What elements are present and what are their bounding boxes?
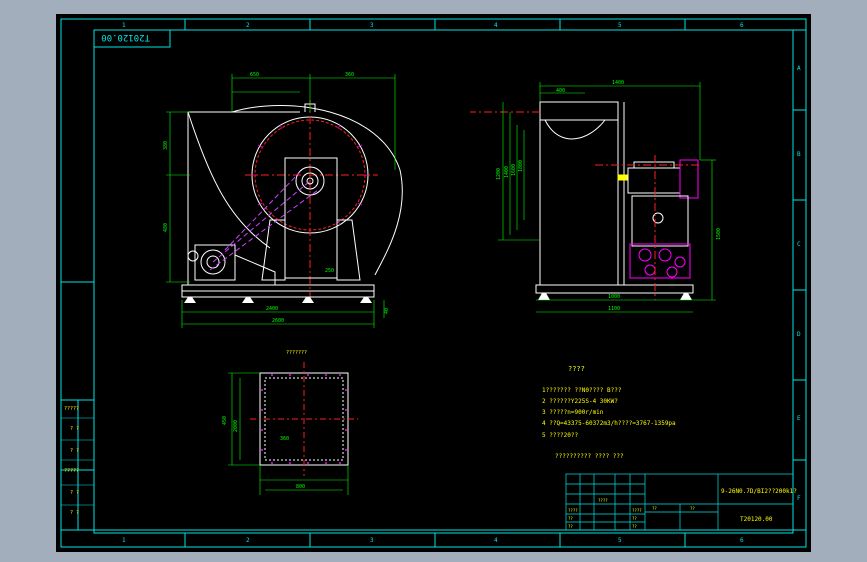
grid-right-b: B bbox=[797, 151, 801, 158]
front-dim-side: 40 bbox=[384, 308, 390, 314]
left-strip-label-3: ? ? bbox=[70, 448, 79, 454]
outlet-dim-left-inner: 2000 bbox=[233, 420, 239, 432]
front-dim-inner: 250 bbox=[325, 268, 334, 274]
grid-top-1: 1 bbox=[122, 22, 126, 29]
grid-bottom-3: 3 bbox=[370, 537, 374, 544]
side-dim-top-2: 400 bbox=[556, 88, 565, 94]
title-row-2: ?? bbox=[568, 516, 573, 521]
grid-top-4: 4 bbox=[494, 22, 498, 29]
side-dim-left-3: 1600 bbox=[511, 164, 517, 176]
drawing-background bbox=[56, 14, 811, 552]
outlet-dim-inner: 360 bbox=[280, 436, 289, 442]
front-dim-bottom-2: 2600 bbox=[272, 318, 284, 324]
front-dim-top-1: 650 bbox=[250, 72, 259, 78]
grid-right-c: C bbox=[797, 241, 801, 248]
left-strip-label-6: ? ? bbox=[70, 510, 79, 516]
outlet-dim-bottom: 800 bbox=[296, 484, 305, 490]
outlet-view-title: ??????? bbox=[286, 350, 307, 356]
side-dim-top-1: 1400 bbox=[612, 80, 624, 86]
front-dim-left-1: 380 bbox=[163, 141, 169, 150]
grid-top-2: 2 bbox=[246, 22, 250, 29]
grid-top-6: 6 bbox=[740, 22, 744, 29]
title-row-4: ???? bbox=[632, 508, 642, 513]
title-row-6: ?? bbox=[632, 524, 637, 529]
left-strip-label-2: ? ? bbox=[70, 426, 79, 432]
front-dim-left-2: 480 bbox=[163, 223, 169, 232]
note-line-1: 1??????? ??N0???? B??? bbox=[542, 387, 622, 394]
front-dim-bottom-1: 2400 bbox=[266, 306, 278, 312]
title-cell-1: ???? bbox=[598, 498, 608, 503]
left-strip-label-1: ????? bbox=[64, 406, 79, 412]
grid-bottom-1: 1 bbox=[122, 537, 126, 544]
note-line-5: 5 ????20?? bbox=[542, 432, 579, 439]
grid-bottom-5: 5 bbox=[618, 537, 622, 544]
grid-top-3: 3 bbox=[370, 22, 374, 29]
left-strip-label-5: ? ? bbox=[70, 490, 79, 496]
title-cell-2: ?? bbox=[652, 506, 657, 511]
drawing-number: T20120.00 bbox=[740, 516, 773, 523]
grid-bottom-4: 4 bbox=[494, 537, 498, 544]
side-dim-right: 1500 bbox=[716, 228, 722, 240]
outlet-dim-left: 450 bbox=[222, 416, 228, 425]
grid-top-5: 5 bbox=[618, 22, 622, 29]
title-row-5: ?? bbox=[632, 516, 637, 521]
front-dim-top-2: 360 bbox=[345, 72, 354, 78]
grid-right-e: E bbox=[797, 415, 801, 422]
title-row-3: ?? bbox=[568, 524, 573, 529]
note-line-4: 4 ??Q=43375-60372m3/h????=3767-1359pa bbox=[542, 420, 676, 427]
title-cell-3: ?? bbox=[690, 506, 695, 511]
cad-drawing-canvas: 1 2 3 4 5 6 1 2 3 4 5 6 A B C D E F T201… bbox=[56, 14, 811, 552]
left-strip-label-4: ????? bbox=[64, 468, 79, 474]
grid-right-f: F bbox=[797, 495, 801, 502]
grid-right-a: A bbox=[797, 65, 801, 72]
grid-bottom-2: 2 bbox=[246, 537, 250, 544]
notes-footer: ?????????? ???? ??? bbox=[555, 453, 624, 460]
title-row-1: ???? bbox=[568, 508, 578, 513]
drawing-code-text: T20120.00 bbox=[101, 32, 150, 42]
note-line-3: 3 ?????n=900r/min bbox=[542, 409, 604, 416]
side-dim-bottom-2: 1100 bbox=[608, 306, 620, 312]
notes-heading: ???? bbox=[568, 365, 585, 373]
side-dim-left-4: 1800 bbox=[518, 160, 524, 172]
note-line-2: 2 ??????Y225S-4 30KW? bbox=[542, 398, 618, 405]
side-dim-left-1: 1200 bbox=[496, 168, 502, 180]
drawing-title: 9-26N0.7D/BI2??200k1? bbox=[721, 488, 797, 495]
side-dim-left-2: 1400 bbox=[504, 166, 510, 178]
grid-right-d: D bbox=[797, 331, 801, 338]
side-dim-bottom-1: 1000 bbox=[608, 294, 620, 300]
grid-bottom-6: 6 bbox=[740, 537, 744, 544]
